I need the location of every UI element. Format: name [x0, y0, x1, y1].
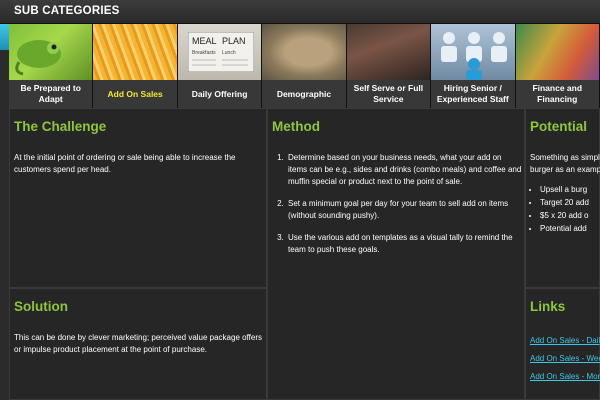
link-add-on-sales-daily[interactable]: Add On Sales - Daily [530, 332, 600, 350]
challenge-title: The Challenge [14, 119, 107, 134]
links-panel: Links Add On Sales - Daily Add On Sales … [525, 288, 600, 400]
potential-bullet: Upsell a burg [540, 183, 589, 196]
potential-panel: Potential Something as simple burger as … [525, 108, 600, 288]
solution-title: Solution [14, 299, 68, 314]
people-icon [441, 32, 508, 80]
potential-title: Potential [530, 119, 588, 134]
menu-word-plan: PLAN [222, 36, 246, 46]
map-thumbnail [262, 24, 346, 80]
method-step: Determine based on your business needs, … [286, 152, 522, 188]
tab-finance-and-financing[interactable]: Finance and Financing [515, 24, 600, 108]
challenge-panel: The Challenge At the initial point of or… [9, 108, 267, 288]
method-panel: Method Determine based on your business … [267, 108, 525, 400]
menu-word-breakfasts: Breakfasts [192, 50, 216, 56]
link-add-on-sales-monthly[interactable]: Add On Sales - Mon [530, 368, 600, 386]
meal-plan-thumbnail: MEAL PLAN Breakfasts Lunch [177, 24, 262, 80]
header-title: SUB CATEGORIES [14, 5, 120, 17]
challenge-text: At the initial point of ordering or sale… [14, 153, 236, 174]
sub-categories-header: SUB CATEGORIES [0, 0, 600, 24]
cyan-accent [0, 24, 9, 50]
tab-be-prepared-to-adapt[interactable]: Be Prepared to Adapt [9, 24, 94, 108]
potential-bullet: Target 20 add [540, 196, 589, 209]
menu-word-lunch: Lunch [222, 50, 236, 56]
sub-category-tabs: Be Prepared to Adapt Add On Sales MEAL P… [9, 24, 600, 108]
money-thumbnail [515, 24, 599, 80]
restaurant-thumbnail [346, 24, 431, 80]
method-steps: Determine based on your business needs, … [286, 152, 522, 266]
potential-bullets: Upsell a burg Target 20 add $5 x 20 add … [540, 183, 589, 235]
tab-hiring-senior-staff[interactable]: Hiring Senior / Experienced Staff [431, 24, 516, 108]
chameleon-thumbnail [9, 24, 93, 80]
links-title: Links [530, 299, 566, 314]
menu-word-meal: MEAL [192, 36, 217, 46]
potential-text: Something as simple burger as an example [530, 152, 600, 176]
tab-label: Self Serve or Full Service [346, 80, 431, 108]
left-accent-bar [0, 24, 9, 400]
tab-label: Be Prepared to Adapt [9, 80, 93, 108]
potential-bullet: $5 x 20 add o [540, 209, 589, 222]
tab-add-on-sales[interactable]: Add On Sales [93, 24, 178, 108]
tab-label: Demographic [262, 80, 346, 108]
links-list: Add On Sales - Daily Add On Sales - Wee … [530, 332, 600, 386]
potential-text-line: burger as an example [530, 165, 600, 174]
link-add-on-sales-weekly[interactable]: Add On Sales - Wee [530, 350, 600, 368]
method-step: Use the various add on templates as a vi… [286, 232, 522, 256]
menu-board-icon: MEAL PLAN Breakfasts Lunch [187, 32, 254, 72]
chameleon-icon [15, 40, 61, 76]
tab-label: Daily Offering [177, 80, 262, 108]
tab-label: Add On Sales [93, 80, 177, 108]
tab-daily-offering[interactable]: MEAL PLAN Breakfasts Lunch Daily Offerin… [177, 24, 263, 108]
solution-panel: Solution This can be done by clever mark… [9, 288, 267, 400]
tab-self-serve-or-full-service[interactable]: Self Serve or Full Service [346, 24, 432, 108]
tab-demographic[interactable]: Demographic [262, 24, 347, 108]
method-title: Method [272, 119, 320, 134]
potential-bullet: Potential add [540, 222, 589, 235]
solution-text: This can be done by clever marketing; pe… [14, 333, 262, 354]
method-step: Set a minimum goal per day for your team… [286, 198, 522, 222]
tab-label: Hiring Senior / Experienced Staff [431, 80, 515, 108]
potential-text-line: Something as simple [530, 153, 600, 162]
tab-label: Finance and Financing [515, 80, 599, 108]
staff-thumbnail [431, 24, 515, 80]
fries-thumbnail [93, 24, 177, 80]
